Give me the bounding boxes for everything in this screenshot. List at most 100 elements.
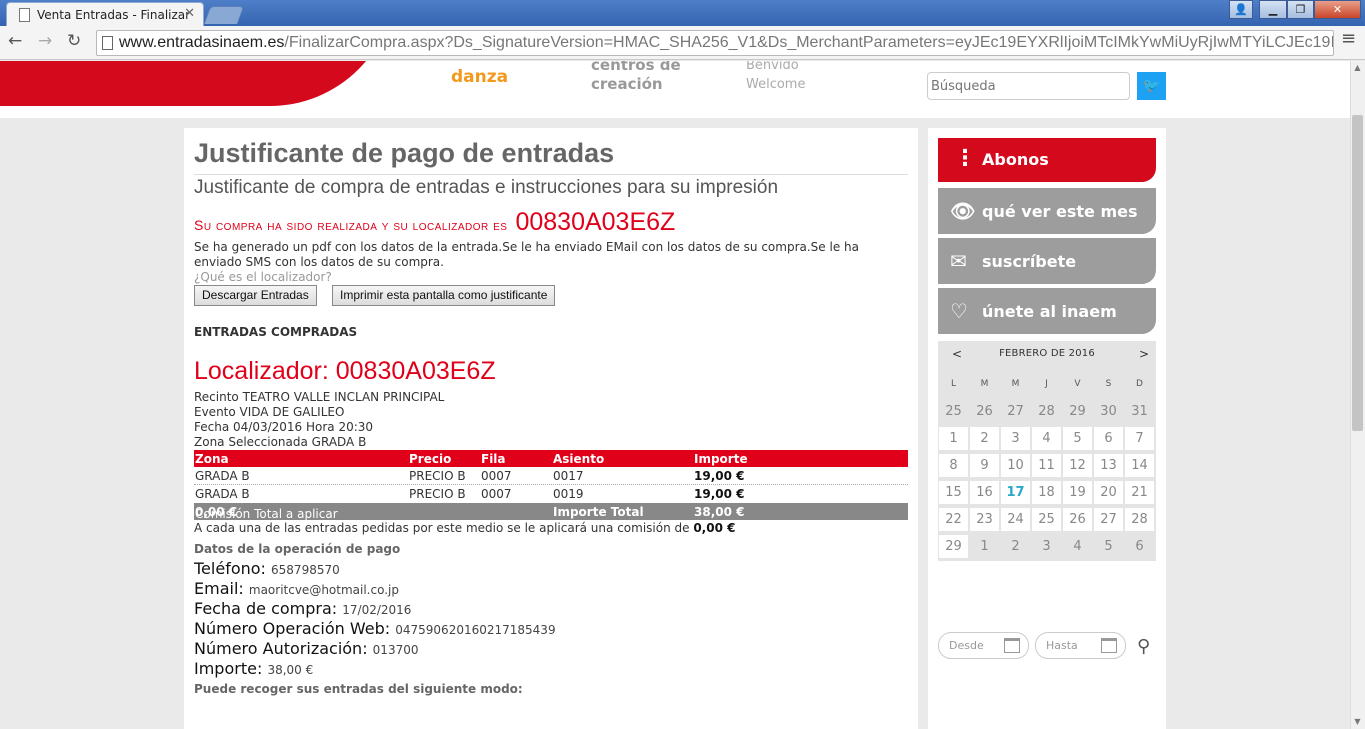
- calendar-day[interactable]: 28: [1032, 400, 1061, 423]
- nav-centros[interactable]: centros de creación: [591, 61, 701, 94]
- calendar-day[interactable]: 1: [970, 535, 999, 558]
- commission-total: Comisión Total a aplicar 0,00 €: [195, 505, 338, 521]
- nav-danza[interactable]: danza: [451, 67, 508, 87]
- calendar-day[interactable]: 15: [939, 481, 968, 504]
- calendar-day[interactable]: 10: [1001, 454, 1030, 477]
- page-icon: [19, 8, 30, 22]
- calendar-day[interactable]: 18: [1032, 481, 1061, 504]
- calendar-day[interactable]: 31: [1125, 400, 1154, 423]
- download-tickets-button[interactable]: Descargar Entradas: [194, 285, 317, 306]
- calendar-day[interactable]: 27: [1094, 508, 1123, 531]
- evento-line: Evento VIDA DE GALILEO: [194, 405, 345, 419]
- minimize-button[interactable]: ▁: [1259, 0, 1287, 19]
- address-bar[interactable]: www.entradasinaem.es/FinalizarCompra.asp…: [96, 30, 1334, 56]
- calendar-day[interactable]: 3: [1001, 427, 1030, 450]
- calendar-day[interactable]: 14: [1125, 454, 1154, 477]
- close-tab-icon[interactable]: ✕: [184, 6, 195, 21]
- ticket-table: Zona Precio Fila Asiento Importe GRADA B…: [194, 450, 908, 521]
- calendar-day[interactable]: 19: [1063, 481, 1092, 504]
- nav-welcome[interactable]: Benvido Welcome: [746, 61, 805, 94]
- operacion-value: 047590620160217185439: [395, 623, 556, 637]
- calendar-day[interactable]: 26: [970, 400, 999, 423]
- reload-icon[interactable]: ↻: [67, 31, 81, 51]
- calendar-weekday: V: [1074, 379, 1081, 389]
- calendar-day[interactable]: 17: [1001, 481, 1030, 504]
- new-tab-button[interactable]: [203, 6, 245, 24]
- calendar-day[interactable]: 5: [1063, 427, 1092, 450]
- desde-placeholder: Desde: [949, 639, 984, 652]
- calendar-day[interactable]: 6: [1094, 427, 1123, 450]
- calendar-day[interactable]: 5: [1094, 535, 1123, 558]
- success-text: Su compra ha sido realizada y su localiz…: [194, 217, 508, 233]
- calendar-day[interactable]: 23: [970, 508, 999, 531]
- calendar-day[interactable]: 1: [939, 427, 968, 450]
- scrollbar-thumb[interactable]: [1352, 115, 1363, 431]
- sidebar-item-label: suscríbete: [982, 252, 1077, 271]
- back-icon[interactable]: ←: [8, 31, 22, 51]
- scroll-down-icon[interactable]: ▼: [1352, 717, 1363, 727]
- calendar-day[interactable]: 11: [1032, 454, 1061, 477]
- search-input[interactable]: [927, 72, 1130, 100]
- print-receipt-button[interactable]: Imprimir esta pantalla como justificante: [332, 285, 556, 306]
- page-info-icon[interactable]: [102, 36, 113, 50]
- calendar-day[interactable]: 29: [1063, 400, 1092, 423]
- calendar-day[interactable]: 4: [1063, 535, 1092, 558]
- url-path: /FinalizarCompra.aspx?Ds_SignatureVersio…: [284, 34, 1334, 51]
- calendar-next-button[interactable]: >: [1139, 347, 1149, 361]
- desde-date-input[interactable]: Desde: [938, 632, 1029, 659]
- calendar-day[interactable]: 2: [970, 427, 999, 450]
- localizador-help-link[interactable]: ¿Qué es el localizador?: [194, 270, 332, 284]
- calendar-day[interactable]: 12: [1063, 454, 1092, 477]
- forward-icon[interactable]: →: [38, 31, 52, 51]
- page-subtitle: Justificante de compra de entradas e ins…: [194, 177, 779, 198]
- search-icon[interactable]: ⚲: [1137, 636, 1150, 657]
- calendar-day[interactable]: 28: [1125, 508, 1154, 531]
- payment-importe: Importe: 38,00 €: [194, 659, 313, 678]
- calendar-icon[interactable]: [1101, 638, 1117, 653]
- table-row: GRADA B PRECIO B 0007 0019 19,00 €: [194, 485, 908, 503]
- browser-toolbar: ← → ↻ www.entradasinaem.es/FinalizarComp…: [0, 26, 1365, 60]
- calendar-icon[interactable]: [1004, 638, 1020, 653]
- calendar-day[interactable]: 13: [1094, 454, 1123, 477]
- calendar-day[interactable]: 16: [970, 481, 999, 504]
- calendar-day[interactable]: 30: [1094, 400, 1123, 423]
- calendar-day[interactable]: 25: [939, 400, 968, 423]
- calendar-day[interactable]: 8: [939, 454, 968, 477]
- telefono-value: 658798570: [271, 563, 340, 577]
- col-zona: Zona: [195, 452, 229, 466]
- calendar-day[interactable]: 6: [1125, 535, 1154, 558]
- scroll-up-icon[interactable]: ▲: [1352, 63, 1363, 73]
- calendar-day[interactable]: 27: [1001, 400, 1030, 423]
- hasta-date-input[interactable]: Hasta: [1035, 632, 1126, 659]
- browser-tab[interactable]: Venta Entradas - Finalizar ✕: [6, 2, 204, 26]
- sidebar-item-abonos[interactable]: ⋮ Abonos: [938, 138, 1156, 182]
- calendar-weekday: S: [1105, 379, 1112, 389]
- menu-icon[interactable]: ≡: [1341, 30, 1357, 48]
- calendar-day[interactable]: 4: [1032, 427, 1061, 450]
- calendar-weekday: M: [1011, 379, 1020, 389]
- sidebar-item-unete[interactable]: ♡ únete al inaem: [938, 288, 1156, 334]
- calendar-day[interactable]: 7: [1125, 427, 1154, 450]
- calendar-day[interactable]: 26: [1063, 508, 1092, 531]
- calendar-month: FEBRERO DE 2016: [999, 348, 1095, 359]
- twitter-icon[interactable]: 🐦: [1137, 72, 1166, 100]
- user-icon[interactable]: 👤: [1229, 0, 1253, 19]
- table-header: Zona Precio Fila Asiento Importe: [194, 450, 908, 467]
- calendar-day[interactable]: 25: [1032, 508, 1061, 531]
- calendar-day[interactable]: 24: [1001, 508, 1030, 531]
- cell-precio: PRECIO B: [409, 469, 466, 483]
- col-fila: Fila: [481, 452, 506, 466]
- calendar-weekday: J: [1045, 379, 1048, 389]
- calendar-day[interactable]: 9: [970, 454, 999, 477]
- calendar-day[interactable]: 29: [939, 535, 968, 558]
- close-window-button[interactable]: ✕: [1314, 0, 1361, 19]
- calendar-day[interactable]: 22: [939, 508, 968, 531]
- calendar-day[interactable]: 21: [1125, 481, 1154, 504]
- calendar-day[interactable]: 2: [1001, 535, 1030, 558]
- col-importe: Importe: [694, 452, 748, 466]
- maximize-button[interactable]: ❐: [1287, 0, 1314, 19]
- calendar-day[interactable]: 20: [1094, 481, 1123, 504]
- calendar-day[interactable]: 3: [1032, 535, 1061, 558]
- sidebar-item-suscribete[interactable]: ✉ suscríbete: [938, 238, 1156, 284]
- sidebar-item-que-ver[interactable]: 👁 qué ver este mes: [938, 188, 1156, 234]
